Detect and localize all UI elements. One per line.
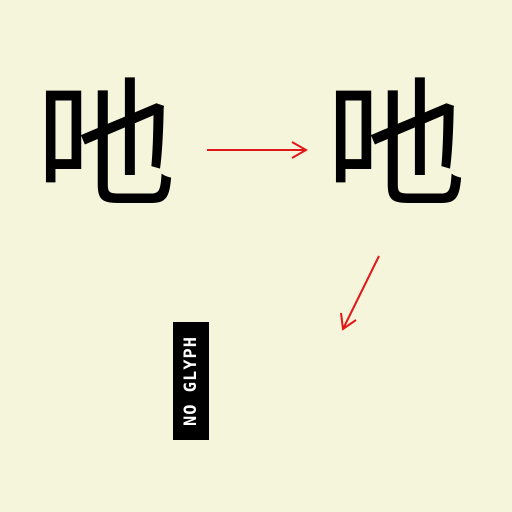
target-glyph: 吔 [326, 66, 467, 229]
no-glyph-badge: NO GLYPH [173, 322, 209, 440]
canvas: 吔 吔 NO GLYPH [0, 0, 512, 512]
no-glyph-label: NO GLYPH [181, 336, 201, 426]
arrow-right [207, 141, 309, 159]
arrow-down-left [340, 255, 380, 331]
